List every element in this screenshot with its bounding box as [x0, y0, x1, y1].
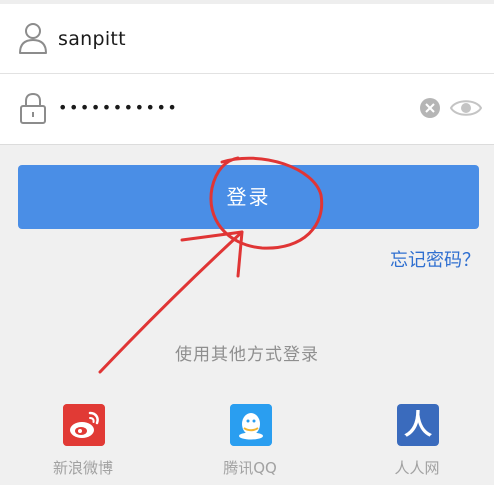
renren-icon: 人 — [397, 404, 439, 446]
lock-icon — [20, 92, 46, 124]
password-value: ••••••••••• — [58, 98, 179, 117]
weibo-icon — [63, 404, 105, 446]
renren-login-button[interactable]: 人 人人网 — [357, 404, 477, 482]
eye-icon[interactable] — [450, 96, 482, 120]
username-field[interactable]: sanpitt — [0, 4, 494, 74]
renren-icon-glyph: 人 — [403, 408, 432, 441]
login-form: sanpitt ••••••••••• — [0, 0, 494, 145]
username-value: sanpitt — [58, 28, 126, 50]
renren-label: 人人网 — [394, 459, 440, 477]
login-button[interactable]: 登录 — [18, 165, 479, 229]
qq-icon — [230, 404, 272, 446]
qq-label: 腾讯QQ — [223, 459, 277, 477]
forgot-password-link[interactable]: 忘记密码？ — [390, 246, 480, 272]
annotation-arrow-head — [180, 230, 244, 278]
password-field[interactable]: ••••••••••• — [0, 74, 494, 144]
weibo-login-button[interactable]: 新浪微博 — [23, 404, 143, 482]
clear-icon[interactable] — [420, 98, 440, 118]
other-login-heading: 使用其他方式登录 — [175, 345, 319, 365]
user-icon — [19, 23, 47, 54]
weibo-label: 新浪微博 — [52, 459, 113, 477]
qq-login-button[interactable]: 腾讯QQ — [190, 404, 310, 482]
